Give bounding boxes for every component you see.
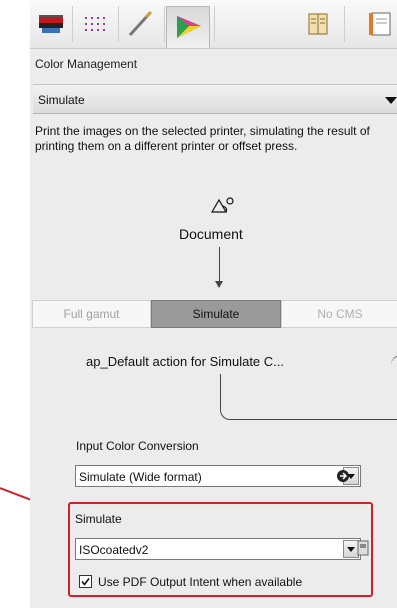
checkmark-icon xyxy=(81,578,90,586)
pen-tool-button[interactable] xyxy=(122,4,160,44)
segment-no-cms[interactable]: No CMS xyxy=(281,300,397,328)
document-icon xyxy=(210,197,234,213)
segment-full-gamut[interactable]: Full gamut xyxy=(32,300,151,328)
color-management-mode-dropdown[interactable]: Simulate xyxy=(33,84,397,114)
color-management-label: Color Management xyxy=(35,57,138,71)
use-pdf-output-intent-label[interactable]: Use PDF Output Intent when available xyxy=(98,575,302,589)
toolbar xyxy=(30,0,397,49)
mode-description: Print the images on the selected printer… xyxy=(35,124,370,153)
input-color-conversion-value: Simulate (Wide format) xyxy=(79,470,202,484)
flow-connector-bottom xyxy=(220,406,397,420)
page-icon xyxy=(369,12,391,36)
printer-tool-button[interactable] xyxy=(32,4,70,44)
flow-connector-tail xyxy=(391,355,397,386)
flow-arrow-head xyxy=(215,281,223,288)
go-arrow-icon[interactable] xyxy=(336,469,350,483)
segment-simulate[interactable]: Simulate xyxy=(151,300,281,328)
input-color-conversion-select[interactable]: Simulate (Wide format) xyxy=(75,465,361,487)
document-label: Document xyxy=(179,226,243,242)
color-tool-button[interactable] xyxy=(166,6,210,48)
printer-icon xyxy=(39,15,63,33)
color-wheel-icon xyxy=(177,16,201,38)
book-tool-button[interactable] xyxy=(300,4,338,44)
flow-connector xyxy=(220,374,221,408)
mode-value: Simulate xyxy=(38,93,85,107)
page-tool-button[interactable] xyxy=(360,4,397,44)
chevron-down-icon xyxy=(385,97,397,104)
grid-icon xyxy=(85,17,105,31)
input-color-conversion-label: Input Color Conversion xyxy=(76,439,199,453)
action-label[interactable]: ap_Default action for Simulate C... xyxy=(86,354,284,369)
use-pdf-output-intent-checkbox[interactable] xyxy=(79,575,92,588)
pen-icon xyxy=(128,10,153,37)
layout-tool-button[interactable] xyxy=(76,4,114,44)
book-icon xyxy=(308,13,328,35)
